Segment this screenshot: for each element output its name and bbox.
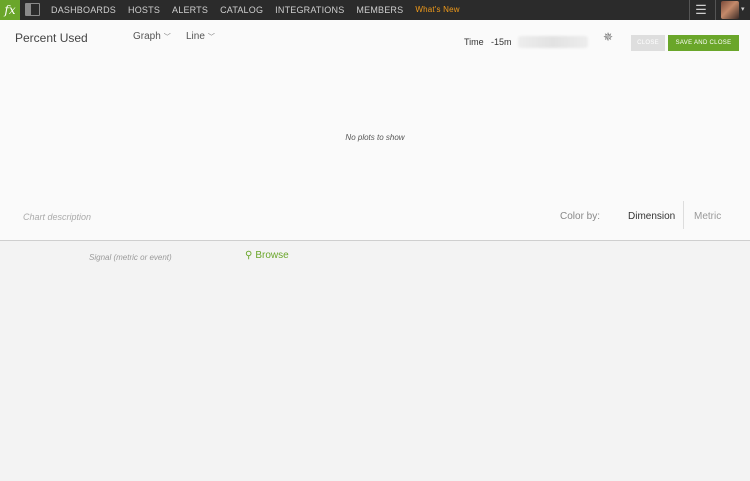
nav-hosts[interactable]: HOSTS [128, 0, 160, 20]
nav-catalog[interactable]: CATALOG [220, 0, 263, 20]
time-range-extra [518, 36, 588, 48]
browse-label: Browse [255, 250, 289, 261]
user-avatar[interactable] [721, 1, 739, 19]
close-button[interactable]: CLOSE [631, 35, 665, 51]
color-by-metric-option[interactable]: Metric [694, 211, 721, 222]
empty-chart-message: No plots to show [345, 133, 405, 142]
sidebar-toggle-icon[interactable] [25, 3, 40, 16]
gear-icon[interactable]: ✵ [603, 30, 613, 44]
chevron-down-icon: ﹀ [163, 34, 171, 41]
time-range-selector[interactable]: -15m [491, 37, 512, 47]
nav-whats-new[interactable]: What's New [415, 0, 459, 20]
chart-title[interactable]: Percent Used [15, 31, 88, 45]
chart-description-input[interactable] [23, 210, 203, 224]
nav-divider [715, 0, 716, 20]
color-by-divider [683, 201, 684, 229]
save-and-close-button[interactable]: SAVE AND CLOSE [668, 35, 739, 51]
chart-builder-panel: Percent Used Graph ﹀ Line ﹀ Time -15m ✵ CL… [0, 20, 750, 241]
nav-dashboards[interactable]: DASHBOARDS [51, 0, 116, 20]
plot-type-dropdown[interactable]: Line ﹀ [186, 31, 215, 42]
plot-type-label: Line [186, 31, 205, 42]
main-nav: DASHBOARDS HOSTS ALERTS CATALOG INTEGRAT… [51, 0, 472, 20]
chart-kind-label: Graph [133, 31, 161, 42]
color-by-dimension-option[interactable]: Dimension [628, 211, 675, 222]
nav-members[interactable]: MEMBERS [356, 0, 403, 20]
nav-integrations[interactable]: INTEGRATIONS [275, 0, 344, 20]
top-nav-bar: fx DASHBOARDS HOSTS ALERTS CATALOG INTEG… [0, 0, 750, 20]
chevron-down-icon[interactable]: ▾ [741, 5, 745, 13]
color-by-label: Color by: [560, 211, 601, 222]
chevron-down-icon: ﹀ [207, 34, 215, 41]
time-label: Time [464, 37, 484, 47]
nav-alerts[interactable]: ALERTS [172, 0, 208, 20]
chart-kind-dropdown[interactable]: Graph ﹀ [133, 31, 171, 42]
search-icon: ⚲ [245, 250, 253, 261]
browse-button[interactable]: ⚲ Browse [245, 250, 289, 261]
app-logo[interactable]: fx [0, 0, 20, 20]
hamburger-menu-icon[interactable]: ☰ [689, 0, 713, 20]
signal-input[interactable] [89, 250, 239, 264]
